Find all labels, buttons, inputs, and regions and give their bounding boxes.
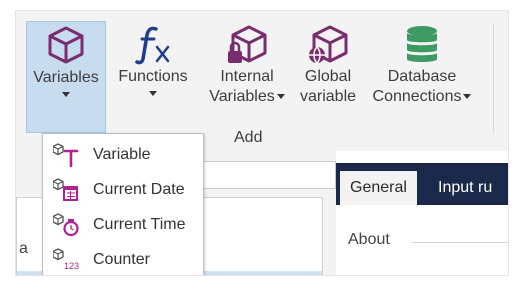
ribbon-divider — [493, 23, 494, 133]
cube-icon — [48, 26, 84, 64]
cube-counter-icon: 123 — [53, 248, 79, 271]
variables-label: Variables — [33, 69, 99, 86]
global-line1: Global — [304, 68, 352, 85]
chevron-down-icon — [149, 91, 157, 96]
properties-panel: General Input ru About — [336, 151, 508, 275]
cube-clock-icon — [53, 213, 79, 237]
global-variable-button[interactable]: Global variable — [294, 21, 362, 133]
menu-item-counter[interactable]: 123 Counter — [43, 243, 203, 275]
ribbon-group-label: Add — [234, 129, 263, 146]
tab-general[interactable]: General — [340, 171, 417, 205]
variables-button[interactable]: Variables — [26, 21, 106, 133]
global-line2: variable — [299, 88, 357, 105]
menu-item-label: Variable — [93, 146, 151, 163]
function-fx-icon — [135, 26, 170, 65]
chevron-down-icon — [62, 92, 70, 97]
counter-glyph: 123 — [64, 261, 79, 271]
variables-dropdown-menu: Variable Current Date Current Time 123 C… — [42, 133, 204, 275]
cube-globe-icon — [309, 25, 348, 65]
database-line2-wrap: Connections — [366, 87, 478, 107]
tab-input-rules[interactable]: Input ru — [428, 171, 502, 205]
database-icon — [407, 26, 437, 62]
app-window: Variables Functions Internal Variables G… — [15, 10, 509, 276]
functions-button[interactable]: Functions — [112, 21, 194, 133]
name-input[interactable] — [186, 161, 336, 189]
ribbon-toolbar: Variables Functions Internal Variables G… — [16, 11, 508, 151]
menu-item-current-date[interactable]: Current Date — [43, 173, 203, 207]
internal-variables-button[interactable]: Internal Variables — [204, 21, 290, 133]
database-line1: Database — [387, 68, 457, 85]
cube-lock-icon — [228, 25, 267, 63]
menu-item-label: Counter — [93, 251, 150, 268]
chevron-down-icon — [463, 94, 472, 100]
menu-item-label: Current Time — [93, 216, 186, 233]
chevron-down-icon — [276, 94, 285, 100]
about-section-heading: About — [348, 231, 390, 248]
internal-line2: Variables — [209, 88, 275, 105]
cube-text-T-icon — [53, 143, 79, 167]
tab-bar: General Input ru — [336, 163, 508, 205]
internal-line1: Internal — [220, 68, 274, 85]
menu-item-variable[interactable]: Variable — [43, 138, 203, 172]
menu-item-current-time[interactable]: Current Time — [43, 208, 203, 242]
database-line2: Connections — [372, 88, 462, 105]
functions-label: Functions — [118, 68, 188, 85]
menu-item-label: Current Date — [93, 181, 185, 198]
internal-line2-wrap: Variables — [204, 87, 290, 107]
list-item-text: a — [19, 240, 28, 257]
database-connections-button[interactable]: Database Connections — [366, 21, 478, 133]
section-divider — [412, 242, 508, 243]
cube-calendar-icon — [53, 178, 78, 201]
